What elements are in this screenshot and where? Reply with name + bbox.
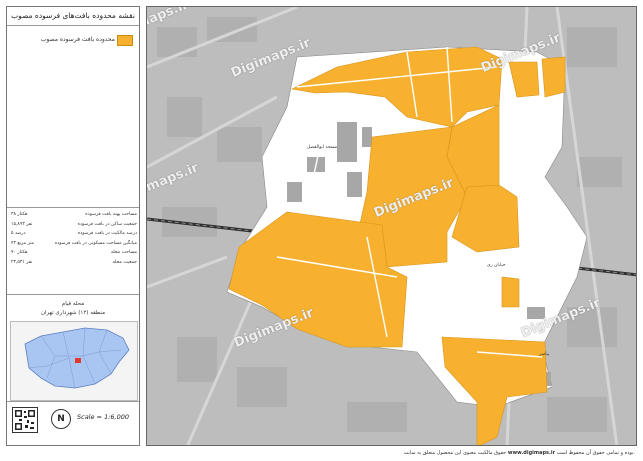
decay-zone-small-east [501, 276, 520, 308]
stat-value: ۵ درصد [11, 231, 26, 237]
stat-value: ۱۵,۸۹۳ نفر [11, 221, 33, 227]
legend-entry-label: محدوده بافت فرسوده مصوب [40, 36, 115, 43]
locator-inset-map [10, 321, 138, 401]
legend-divider [7, 25, 139, 26]
legend-divider [7, 401, 139, 402]
stat-label: درصد مالکیت در بافت فرسوده [77, 231, 137, 237]
stat-row: درصد مالکیت در بافت فرسوده ۵ درصد [11, 229, 137, 239]
stat-value: ۳۸ هکتار [11, 212, 28, 217]
stat-value: ۷۰ هکتار [11, 250, 28, 256]
stat-label: میانگین مساحت مسکونی در بافت فرسوده [54, 240, 137, 246]
scale-prefix: Scale = [77, 413, 105, 421]
footer-text-before: حقوق مالکیت معنوی این محصول متعلق به سای… [403, 450, 507, 456]
qr-code-icon [12, 407, 38, 433]
stat-value: ۴۳ متر مربع [11, 240, 34, 246]
study-area-marker [75, 358, 81, 363]
neighborhood-name: محله قیام [61, 301, 85, 307]
legend-divider [7, 294, 139, 295]
decay-zone-ne [541, 56, 566, 98]
map-label: پیامبر [539, 352, 550, 357]
stat-label: مساحت پهنه بافت فرسوده [85, 212, 137, 217]
map-label: مسجد ابوالفضل [307, 145, 338, 150]
legend-title: نقشه محدوده بافت‌های فرسوده مصوب [11, 11, 135, 20]
legend-panel: نقشه محدوده بافت‌های فرسوده مصوب محدوده … [6, 6, 140, 446]
footer-site-link[interactable]: www.digimaps.ir [508, 450, 555, 456]
stat-row: جمعیت محله ۲۳,۵۳۱ نفر [11, 258, 137, 268]
map-label: خیابان ری [487, 263, 506, 268]
copyright-footer: حقوق مالکیت معنوی این محصول متعلق به سای… [230, 448, 636, 458]
stat-label: جمعیت ساکن در بافت فرسوده [77, 221, 137, 227]
legend-entry: محدوده بافت فرسوده مصوب [11, 33, 135, 47]
decay-zone-swatch [117, 35, 133, 46]
legend-divider [7, 207, 139, 208]
stat-value: ۲۳,۵۳۱ نفر [11, 259, 33, 265]
locator-map-svg [24, 327, 130, 389]
map-svg [147, 7, 636, 445]
stat-row: مساحت محله ۷۰ هکتار [11, 248, 137, 258]
map-canvas[interactable]: مسجد ابوالفضل خیابان ری پیامبر Digimaps.… [146, 6, 637, 446]
footer-text-after: بوده و تمامی حقوق آن محفوظ است. [556, 450, 635, 456]
scale-value: 1:6,000 [104, 413, 130, 421]
stat-row: میانگین مساحت مسکونی در بافت فرسوده ۴۳ مت… [11, 239, 137, 249]
north-arrow-icon: N [51, 409, 71, 429]
stat-label: مساحت محله [110, 250, 137, 256]
stat-row: جمعیت ساکن در بافت فرسوده ۱۵,۸۹۳ نفر [11, 220, 137, 230]
map-sheet: نقشه محدوده بافت‌های فرسوده مصوب محدوده … [0, 0, 643, 461]
stat-row: مساحت پهنه بافت فرسوده ۳۸ هکتار [11, 210, 137, 220]
stat-label: جمعیت محله [112, 259, 137, 265]
district-name: منطقه (۱۲) شهرداری تهران [40, 310, 106, 316]
map-scale: Scale = 1:6,000 [77, 413, 129, 421]
stats-table: مساحت پهنه بافت فرسوده ۳۸ هکتار جمعیت ساک… [11, 210, 137, 268]
